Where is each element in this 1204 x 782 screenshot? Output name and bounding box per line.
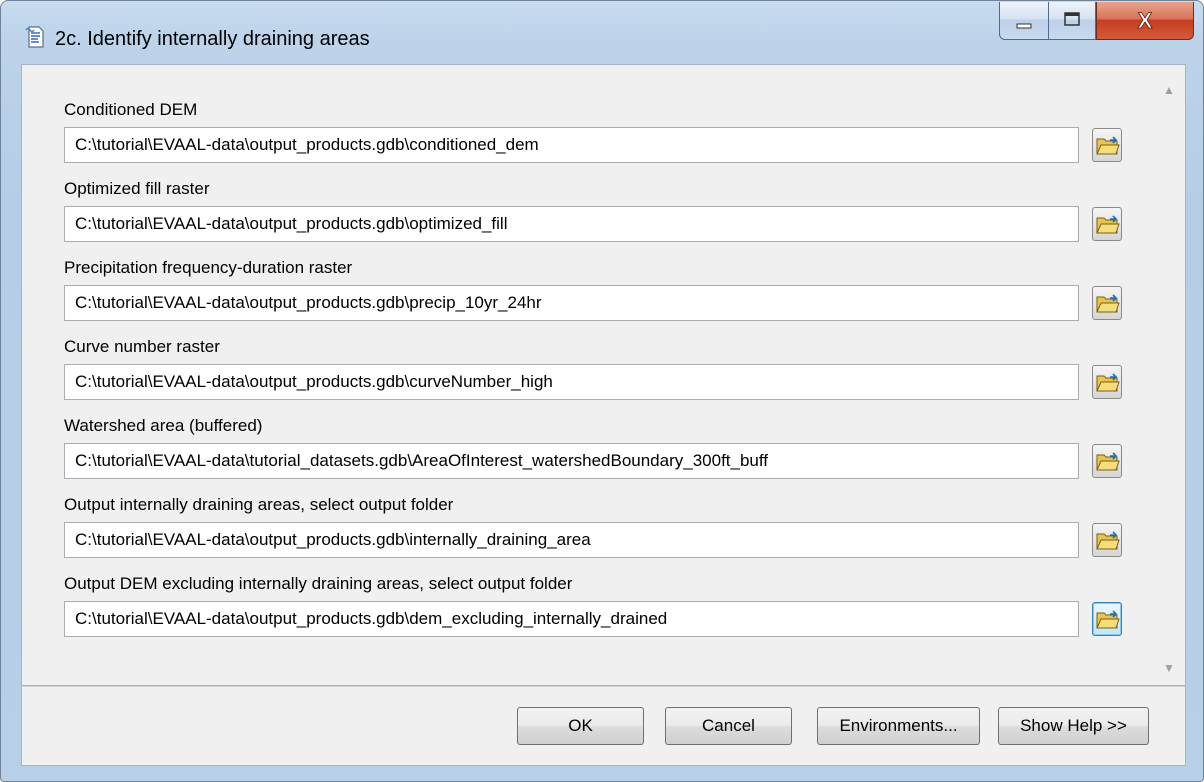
browse-button-output-internally-draining[interactable] xyxy=(1092,523,1122,557)
open-folder-icon xyxy=(1096,294,1120,313)
open-folder-icon xyxy=(1096,136,1120,155)
parameters-panel: Conditioned DEM C:\tutorial\EVAAL-data\o… xyxy=(21,64,1186,686)
browse-button-curve-number-raster[interactable] xyxy=(1092,365,1122,399)
field-label-optimized-fill: Optimized fill raster xyxy=(64,179,210,198)
close-icon: X xyxy=(1137,8,1153,34)
environments-button[interactable]: Environments... xyxy=(817,707,980,745)
conditioned-dem-input[interactable]: C:\tutorial\EVAAL-data\output_products.g… xyxy=(64,127,1079,163)
open-folder-icon xyxy=(1096,452,1120,471)
maximize-button[interactable] xyxy=(1048,2,1096,40)
show-help-button[interactable]: Show Help >> xyxy=(998,707,1149,745)
output-internally-draining-input[interactable]: C:\tutorial\EVAAL-data\output_products.g… xyxy=(64,522,1079,558)
window-title: 2c. Identify internally draining areas xyxy=(55,28,370,50)
maximize-icon xyxy=(1064,12,1080,26)
field-label-output-dem-excluding: Output DEM excluding internally draining… xyxy=(64,574,573,593)
scroll-down-arrow-icon[interactable]: ▼ xyxy=(1162,661,1176,675)
close-button[interactable]: X xyxy=(1096,2,1194,40)
field-label-curve-number-raster: Curve number raster xyxy=(64,337,220,356)
open-folder-icon xyxy=(1096,531,1120,550)
browse-button-watershed-area[interactable] xyxy=(1092,444,1122,478)
watershed-area-input[interactable]: C:\tutorial\EVAAL-data\tutorial_datasets… xyxy=(64,443,1079,479)
ok-button[interactable]: OK xyxy=(517,707,644,745)
output-dem-excluding-input[interactable]: C:\tutorial\EVAAL-data\output_products.g… xyxy=(64,601,1079,637)
browse-button-precipitation-raster[interactable] xyxy=(1092,286,1122,320)
optimized-fill-input[interactable]: C:\tutorial\EVAAL-data\output_products.g… xyxy=(64,206,1079,242)
title-bar[interactable]: 2c. Identify internally draining areas X xyxy=(1,1,1203,51)
field-label-output-internally-draining: Output internally draining areas, select… xyxy=(64,495,454,514)
minimize-icon xyxy=(1016,23,1032,29)
browse-button-output-dem-excluding[interactable] xyxy=(1092,602,1122,636)
curve-number-raster-input[interactable]: C:\tutorial\EVAAL-data\output_products.g… xyxy=(64,364,1079,400)
close-glyph: X xyxy=(1138,8,1153,33)
scroll-up-arrow-icon[interactable]: ▲ xyxy=(1162,83,1176,97)
vertical-scrollbar[interactable]: ▲ ▼ xyxy=(1154,65,1185,685)
cancel-button[interactable]: Cancel xyxy=(665,707,792,745)
toolbox-script-icon xyxy=(23,25,47,49)
precipitation-raster-input[interactable]: C:\tutorial\EVAAL-data\output_products.g… xyxy=(64,285,1079,321)
field-label-conditioned-dem: Conditioned DEM xyxy=(64,100,198,119)
minimize-button[interactable] xyxy=(999,2,1049,40)
open-folder-icon xyxy=(1096,215,1120,234)
field-label-watershed-area: Watershed area (buffered) xyxy=(64,416,263,435)
dialog-window: 2c. Identify internally draining areas X xyxy=(0,0,1204,782)
browse-button-optimized-fill[interactable] xyxy=(1092,207,1122,241)
field-label-precipitation-raster: Precipitation frequency-duration raster xyxy=(64,258,353,277)
open-folder-icon xyxy=(1096,373,1120,392)
open-folder-icon xyxy=(1096,610,1120,629)
browse-button-conditioned-dem[interactable] xyxy=(1092,128,1122,162)
dialog-button-bar: OK Cancel Environments... Show Help >> xyxy=(21,686,1186,766)
